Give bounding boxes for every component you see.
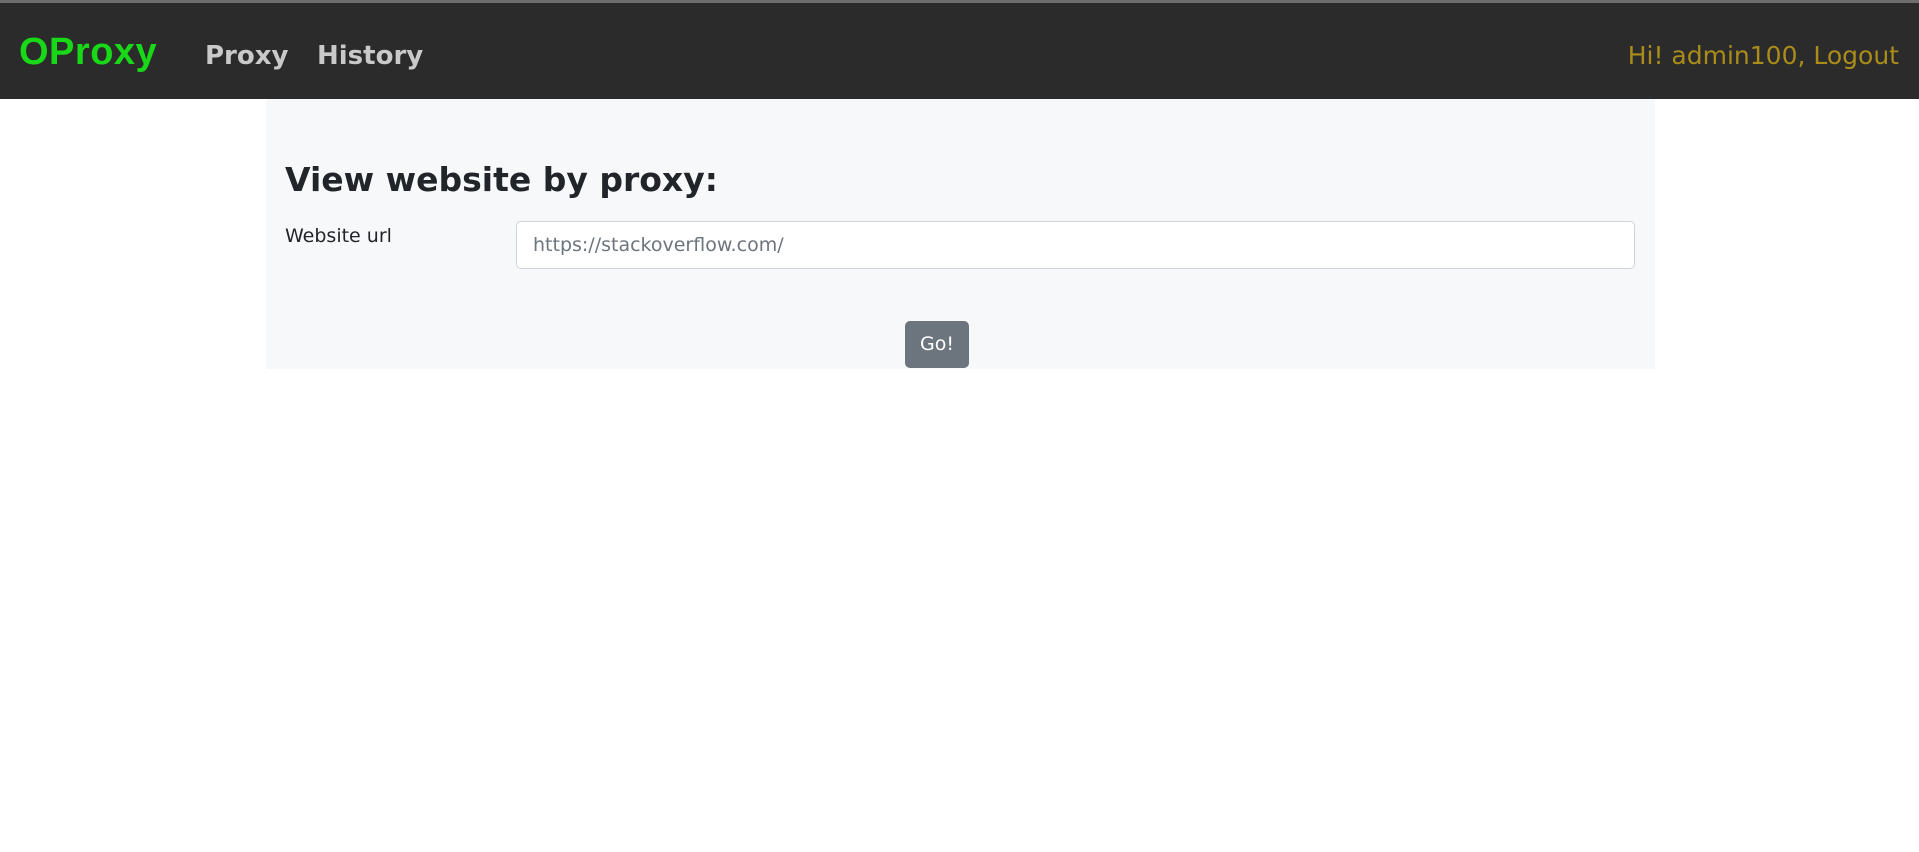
user-greeting: Hi! admin100, xyxy=(1627,41,1806,70)
website-url-label: Website url xyxy=(285,225,392,247)
logout-link[interactable]: Logout xyxy=(1813,41,1899,70)
page-title: View website by proxy: xyxy=(285,160,718,199)
go-button[interactable]: Go! xyxy=(905,321,969,368)
website-url-input[interactable] xyxy=(516,221,1635,269)
brand-logo[interactable]: OProxy xyxy=(19,30,157,74)
user-menu: Hi! admin100, Logout xyxy=(1628,39,1899,73)
navbar: OProxy Proxy History Hi! admin100, Logou… xyxy=(0,0,1919,99)
nav-link-proxy[interactable]: Proxy xyxy=(205,39,288,73)
nav-link-history[interactable]: History xyxy=(317,39,423,73)
proxy-form-panel: View website by proxy: Website url Go! xyxy=(266,99,1655,369)
